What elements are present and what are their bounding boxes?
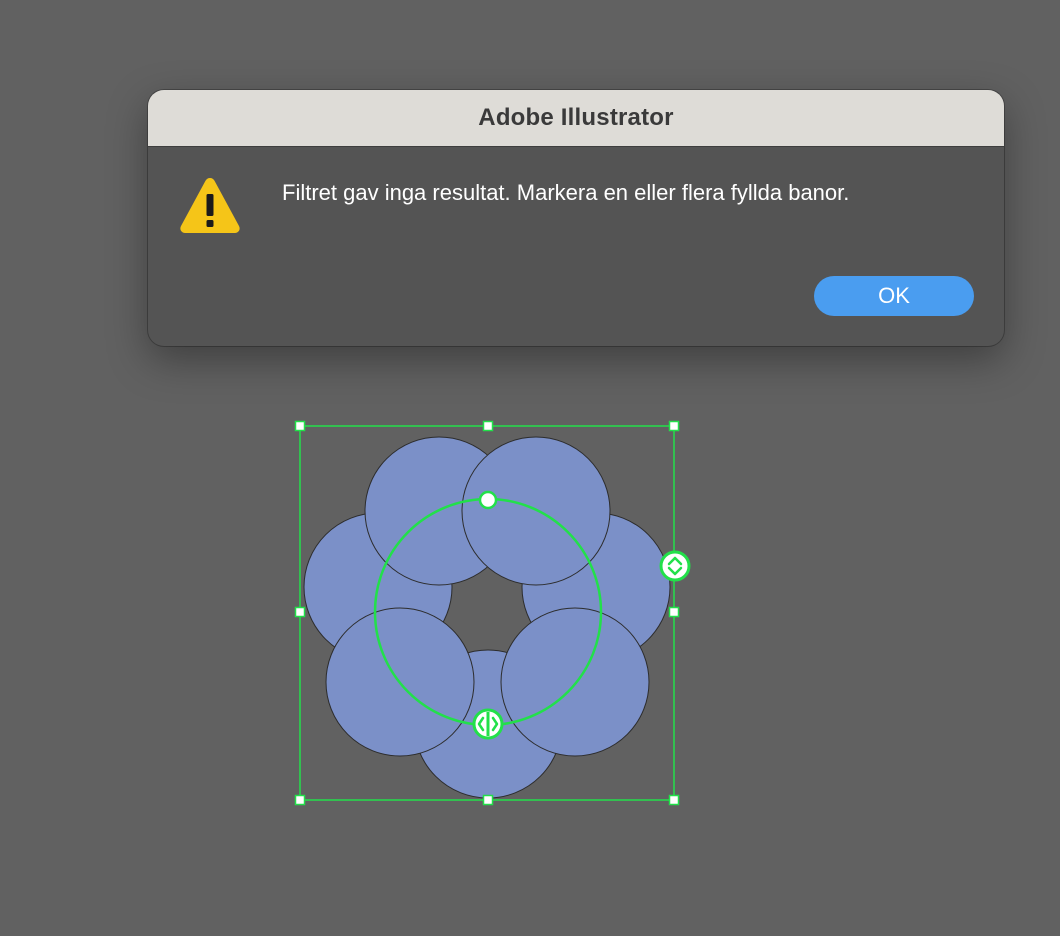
count-widget-circle (659, 550, 691, 582)
ok-button[interactable]: OK (814, 276, 974, 316)
warning-icon (180, 178, 240, 233)
split-widget[interactable] (472, 708, 504, 740)
resize-handle[interactable] (294, 794, 306, 806)
resize-handle[interactable] (482, 794, 494, 806)
dialog-titlebar[interactable]: Adobe Illustrator (148, 90, 1004, 147)
dialog-title: Adobe Illustrator (478, 104, 674, 131)
resize-handle[interactable] (482, 420, 494, 432)
alert-dialog: Adobe Illustrator Filtret gav inga resul… (148, 90, 1004, 346)
dialog-message: Filtret gav inga resultat. Markera en el… (282, 180, 850, 205)
circle-shape[interactable] (500, 607, 650, 757)
resize-handle[interactable] (294, 606, 306, 618)
radius-handle[interactable] (478, 490, 498, 510)
resize-handle[interactable] (668, 794, 680, 806)
resize-handle[interactable] (668, 420, 680, 432)
instance-count-widget[interactable] (659, 550, 691, 582)
resize-handle[interactable] (668, 606, 680, 618)
resize-handle[interactable] (294, 420, 306, 432)
